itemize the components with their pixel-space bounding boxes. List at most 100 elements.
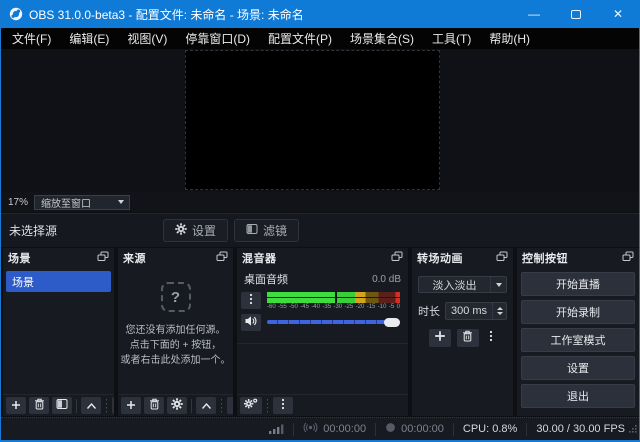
menu-view[interactable]: 视图(V) bbox=[118, 28, 176, 49]
preview-zoom-row: 17% 缩放至窗口 bbox=[1, 192, 639, 212]
settings-button[interactable]: 设置 bbox=[521, 356, 635, 380]
menu-tools[interactable]: 工具(T) bbox=[423, 28, 480, 49]
sources-panel: 来源 ? 您还没有添加任何源。 点击下面的 + 按钮， 或者右击此处添加一个。 bbox=[118, 248, 233, 416]
close-button[interactable]: ✕ bbox=[597, 0, 639, 28]
remove-source-button[interactable] bbox=[144, 397, 164, 414]
statusbar-separator bbox=[293, 423, 294, 436]
sources-empty-state[interactable]: ? 您还没有添加任何源。 点击下面的 + 按钮， 或者右击此处添加一个。 bbox=[118, 268, 233, 368]
scene-filters-button[interactable] bbox=[52, 397, 72, 414]
start-streaming-button[interactable]: 开始直播 bbox=[521, 272, 635, 296]
chevron-down-icon bbox=[490, 277, 506, 292]
transition-menu-button[interactable] bbox=[485, 329, 497, 347]
menu-scene-collection[interactable]: 场景集合(S) bbox=[341, 28, 423, 49]
duration-value: 300 ms bbox=[446, 305, 492, 317]
mixer-panel-title: 混音器 bbox=[242, 250, 277, 266]
source-filters-label: 滤镜 bbox=[263, 222, 287, 239]
transition-select-value: 淡入淡出 bbox=[419, 277, 490, 293]
plus-icon bbox=[126, 397, 136, 415]
channel-menu-button[interactable] bbox=[241, 292, 261, 309]
kebab-icon bbox=[249, 292, 253, 310]
resize-grip[interactable] bbox=[628, 420, 637, 438]
source-properties-gear-button[interactable] bbox=[167, 397, 187, 414]
duration-label: 时长 bbox=[418, 303, 440, 319]
trash-icon bbox=[462, 329, 473, 347]
exit-button[interactable]: 退出 bbox=[521, 384, 635, 408]
kebab-icon bbox=[489, 329, 493, 347]
remove-transition-button[interactable] bbox=[457, 329, 479, 347]
controls-panel-title: 控制按钮 bbox=[522, 250, 568, 266]
speaker-icon bbox=[244, 314, 258, 332]
trash-icon bbox=[34, 397, 45, 415]
move-scene-down-button[interactable] bbox=[112, 397, 114, 414]
scenes-panel-title: 场景 bbox=[8, 250, 31, 266]
menu-file[interactable]: 文件(F) bbox=[3, 28, 60, 49]
statusbar-separator bbox=[375, 423, 376, 436]
popout-icon[interactable] bbox=[391, 249, 403, 267]
move-scene-up-button[interactable] bbox=[81, 397, 101, 414]
transition-select[interactable]: 淡入淡出 bbox=[418, 276, 507, 293]
spin-up-icon[interactable] bbox=[497, 307, 503, 310]
sources-empty-line1: 您还没有添加任何源。 bbox=[121, 323, 231, 338]
mixer-menu-button[interactable] bbox=[273, 397, 293, 414]
trash-icon bbox=[149, 397, 160, 415]
transitions-panel-title: 转场动画 bbox=[417, 250, 463, 266]
move-source-down-button[interactable] bbox=[227, 397, 233, 414]
menu-docks[interactable]: 停靠窗口(D) bbox=[176, 28, 259, 49]
source-properties-button[interactable]: 设置 bbox=[163, 219, 228, 242]
preview-scale-label: 缩放至窗口 bbox=[41, 195, 91, 210]
source-filters-button[interactable]: 滤镜 bbox=[234, 219, 299, 242]
volume-slider[interactable] bbox=[267, 316, 400, 328]
mute-button[interactable] bbox=[241, 314, 261, 331]
popout-icon[interactable] bbox=[496, 249, 508, 267]
statusbar-separator bbox=[526, 423, 527, 436]
connection-signal-icon bbox=[268, 423, 284, 435]
duration-spinbox[interactable]: 300 ms bbox=[445, 302, 507, 320]
audio-mixer-panel: 混音器 桌面音频 0.0 dB -60-55-50-45-40-35-30-25… bbox=[237, 248, 408, 416]
add-source-button[interactable] bbox=[121, 397, 141, 414]
statusbar-separator bbox=[453, 423, 454, 436]
maximize-icon bbox=[571, 10, 581, 19]
audio-channel-db: 0.0 dB bbox=[372, 274, 401, 285]
volume-slider-handle[interactable] bbox=[384, 318, 400, 327]
advanced-audio-button[interactable] bbox=[240, 397, 262, 414]
dual-gear-icon bbox=[244, 397, 258, 415]
studio-mode-button[interactable]: 工作室模式 bbox=[521, 328, 635, 352]
spin-down-icon[interactable] bbox=[497, 312, 503, 315]
titlebar[interactable]: OBS 31.0.0-beta3 - 配置文件: 未命名 - 场景: 未命名 —… bbox=[1, 0, 639, 28]
obs-logo-icon bbox=[9, 7, 23, 21]
stream-timer: 00:00:00 bbox=[303, 422, 366, 436]
minimize-button[interactable]: — bbox=[513, 0, 555, 28]
toolbar-separator bbox=[76, 399, 77, 413]
maximize-button[interactable] bbox=[555, 0, 597, 28]
menu-edit[interactable]: 编辑(E) bbox=[60, 28, 118, 49]
popout-icon[interactable] bbox=[216, 249, 228, 267]
question-mark-icon: ? bbox=[161, 282, 191, 312]
preview-scale-select[interactable]: 缩放至窗口 bbox=[34, 195, 130, 210]
audio-channel-name: 桌面音频 bbox=[244, 271, 288, 287]
gear-icon bbox=[171, 397, 183, 415]
menu-profile[interactable]: 配置文件(P) bbox=[259, 28, 341, 49]
preview-canvas[interactable] bbox=[1, 49, 639, 192]
chevron-down-icon bbox=[118, 200, 124, 204]
filter-icon bbox=[56, 397, 68, 415]
scene-preview[interactable] bbox=[185, 50, 440, 190]
move-source-up-button[interactable] bbox=[196, 397, 216, 414]
sources-empty-line3: 或者右击此处添加一个。 bbox=[121, 353, 231, 368]
add-scene-button[interactable] bbox=[6, 397, 26, 414]
obs-window: OBS 31.0.0-beta3 - 配置文件: 未命名 - 场景: 未命名 —… bbox=[0, 0, 640, 442]
record-timer: 00:00:00 bbox=[385, 422, 444, 436]
menu-help[interactable]: 帮助(H) bbox=[480, 28, 539, 49]
spin-arrows[interactable] bbox=[492, 303, 506, 319]
toolbar-dotted-separator bbox=[267, 399, 268, 413]
scenes-toolbar bbox=[3, 394, 114, 416]
add-transition-button[interactable] bbox=[429, 329, 451, 347]
menubar: 文件(F) 编辑(E) 视图(V) 停靠窗口(D) 配置文件(P) 场景集合(S… bbox=[1, 28, 639, 49]
scene-list-item[interactable]: 场景 bbox=[6, 271, 111, 292]
record-icon bbox=[385, 422, 396, 436]
start-recording-button[interactable]: 开始录制 bbox=[521, 300, 635, 324]
popout-icon[interactable] bbox=[97, 249, 109, 267]
remove-scene-button[interactable] bbox=[29, 397, 49, 414]
volume-meter: -60-55-50-45-40-35-30-25-20-15-10-50 bbox=[267, 292, 400, 310]
popout-icon[interactable] bbox=[622, 249, 634, 267]
controls-panel: 控制按钮 开始直播 开始录制 工作室模式 设置 退出 bbox=[517, 248, 639, 416]
